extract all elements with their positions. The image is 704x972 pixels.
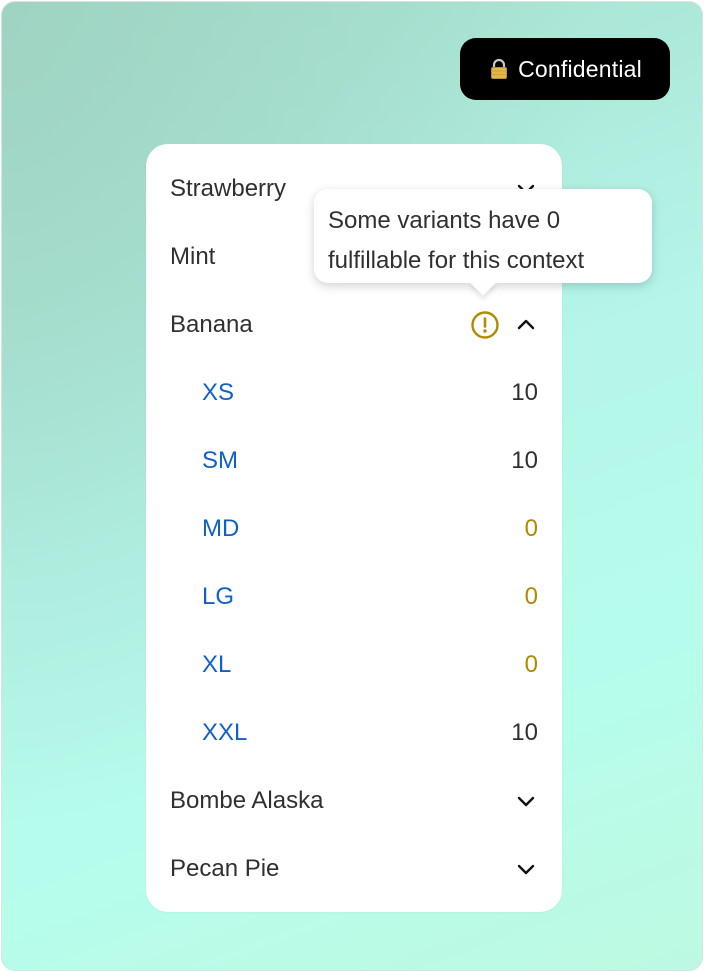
product-name: Bombe Alaska [170, 787, 324, 814]
variant-size-link[interactable]: SM [202, 447, 238, 475]
variant-quantity: 10 [511, 719, 538, 746]
variant-size-link[interactable]: XS [202, 379, 234, 407]
variant-quantity: 10 [511, 447, 538, 474]
app-frame: Confidential Strawberry Mint Banana XS 1… [1, 1, 703, 971]
variant-row: SM 10 [146, 427, 562, 495]
variant-row: XL 0 [146, 631, 562, 699]
variant-size-link[interactable]: MD [202, 515, 239, 543]
tooltip-text-line-2: fulfillable for this context [328, 247, 585, 274]
variant-row: XXL 10 [146, 699, 562, 767]
product-row-bombe-alaska[interactable]: Bombe Alaska [146, 767, 562, 835]
variant-size-link[interactable]: LG [202, 583, 234, 611]
warning-tooltip: Some variants have 0 fulfillable for thi… [314, 189, 652, 296]
product-row-banana[interactable]: Banana [146, 291, 562, 359]
variant-row: LG 0 [146, 563, 562, 631]
warning-icon[interactable] [470, 310, 500, 340]
lock-icon [488, 58, 510, 80]
variant-size-link[interactable]: XXL [202, 719, 247, 747]
chevron-down-icon[interactable] [512, 855, 540, 883]
tooltip-text-line-1: Some variants have 0 [328, 207, 561, 234]
confidential-label: Confidential [518, 55, 642, 82]
chevron-down-icon[interactable] [512, 787, 540, 815]
variant-quantity: 0 [524, 515, 538, 542]
product-name: Banana [170, 311, 253, 338]
product-row-pecan-pie[interactable]: Pecan Pie [146, 835, 562, 903]
variant-quantity: 10 [511, 379, 538, 406]
variant-quantity: 0 [524, 651, 538, 678]
product-name: Pecan Pie [170, 855, 280, 882]
product-name: Mint [170, 243, 216, 270]
variant-row: MD 0 [146, 495, 562, 563]
confidential-badge: Confidential [460, 38, 670, 100]
product-name: Strawberry [170, 175, 287, 202]
variant-size-link[interactable]: XL [202, 651, 231, 679]
variant-quantity: 0 [524, 583, 538, 610]
variant-row: XS 10 [146, 359, 562, 427]
chevron-up-icon[interactable] [512, 311, 540, 339]
